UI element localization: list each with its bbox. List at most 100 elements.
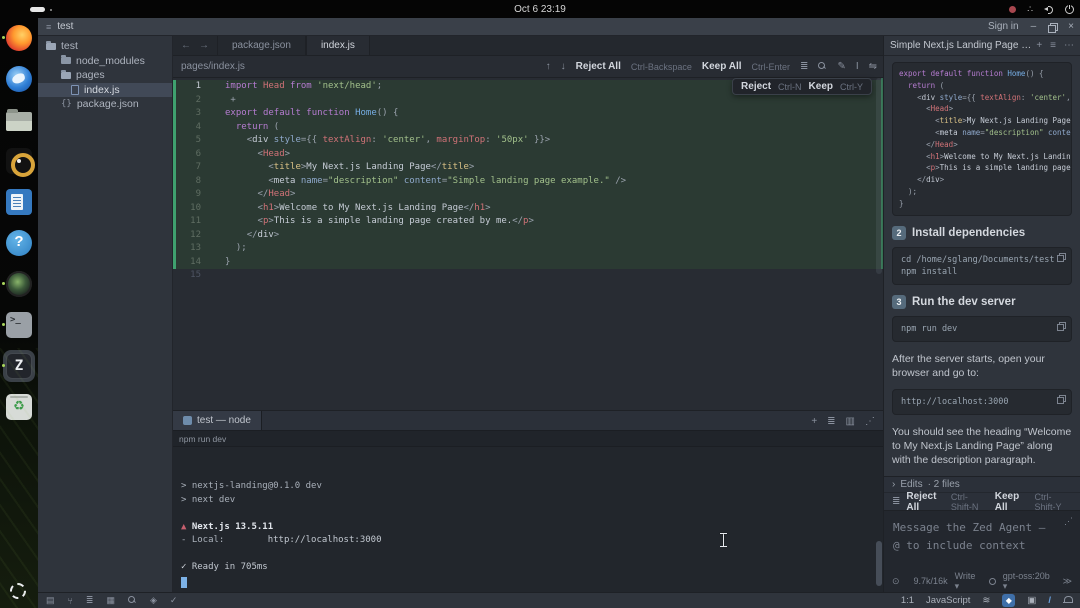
agent-message[interactable]: export default function Home() { return … [884,56,1080,476]
search-icon[interactable] [818,62,827,71]
terminal-toggle-icon[interactable]: ▣ [1027,595,1036,606]
dock-item-camera[interactable] [3,268,35,300]
tab-package-json[interactable]: package.json [217,36,306,55]
diagnostics-icon[interactable]: ◈ [150,595,157,606]
agent-keep-all-kbd: Ctrl-Shift-Y [1035,492,1072,512]
tree-item-pages[interactable]: pages [38,68,172,83]
inline-assist-icon[interactable]: I [856,61,859,72]
cursor-position[interactable]: 1:1 [901,595,914,606]
new-terminal-icon[interactable]: + [811,416,817,427]
settings-icon[interactable]: ⊙ [892,576,900,587]
agent-thread-title[interactable]: Simple Next.js Landing Page Example [890,40,1036,51]
dock-item-terminal[interactable] [3,309,35,341]
volume-icon[interactable] [1044,5,1054,13]
mode-selector[interactable]: Write ▾ [955,571,982,592]
nav-forward-icon[interactable]: → [199,40,209,51]
collab-icon[interactable]: ▦ [106,595,115,606]
model-icon [989,578,996,585]
project-panel: test node_modules pages index.js [38,36,173,592]
send-icon[interactable]: ≫ [1063,576,1072,587]
tree-item-root[interactable]: test [38,39,172,54]
restore-icon[interactable] [1048,23,1056,31]
line-number: 13 [173,242,211,256]
window-titlebar[interactable]: ≡ test Sign in – × [38,18,1080,36]
dock-item-firefox[interactable] [3,22,35,54]
git-branch-icon[interactable]: ⑂ [68,596,73,606]
edit-prediction-icon[interactable]: ≋ [982,595,990,606]
wrap-icon[interactable]: ⇋ [869,61,877,72]
tree-item-node-modules[interactable]: node_modules [38,54,172,69]
agent-code-line: <title>My Next.js Landing Page</title> [899,115,1065,127]
dock-item-zed[interactable] [3,350,35,382]
project-panel-icon[interactable]: ▤ [46,595,55,606]
split-icon[interactable]: ▥ [846,416,855,427]
copy-icon[interactable] [1057,395,1065,403]
new-thread-icon[interactable]: + [1036,40,1042,51]
dock-item-media[interactable] [3,145,35,177]
token-count: 9.7k/16k [914,576,948,586]
reject-all-button[interactable]: Reject All [576,61,621,72]
breadcrumb[interactable]: pages/index.js [181,61,245,72]
hamburger-icon[interactable]: ≡ [46,22,51,32]
reject-button[interactable]: Reject [741,81,771,92]
office-icon [6,189,32,215]
terminal-line: > next dev [181,494,883,508]
sign-in-button[interactable]: Sign in [988,21,1019,32]
edit-icon[interactable]: ✎ [837,61,845,72]
line-number: 3 [173,107,211,121]
terminal-scrollbar[interactable] [876,541,882,586]
project-title[interactable]: test [57,21,73,32]
copy-icon[interactable] [1057,253,1065,261]
tasks-icon[interactable]: ≣ [827,416,835,427]
dock-item-office[interactable] [3,186,35,218]
clock[interactable]: Oct 6 23:19 [0,4,1080,15]
terminal-output[interactable]: > nextjs-landing@0.1.0 dev> next dev▲ Ne… [173,447,883,592]
tree-item-index-js[interactable]: index.js [38,83,172,98]
expand-composer-icon[interactable]: ⋰ [1064,516,1073,527]
terminal-line [181,575,883,589]
tab-index-js[interactable]: index.js [306,36,370,55]
review-list-icon[interactable]: ≣ [892,496,900,507]
edits-label[interactable]: Edits [900,479,922,490]
message-editor[interactable]: Message the Zed Agent — @ to include con… [884,510,1080,572]
assistant-slash-icon[interactable]: / [1048,595,1051,606]
close-icon[interactable]: × [1068,21,1074,32]
copy-icon[interactable] [1057,322,1065,330]
keep-button[interactable]: Keep [809,81,833,92]
dock-item-trash[interactable] [3,391,35,423]
dock-item-files[interactable] [3,104,35,136]
edits-count: · 2 files [928,479,960,490]
search-icon[interactable] [128,596,137,605]
tasks-icon[interactable]: ✓ [170,595,178,606]
recording-indicator-icon[interactable] [1009,6,1016,13]
code-editor[interactable]: 1import Head from 'next/head';2 +3export… [173,78,883,410]
next-hunk-icon[interactable]: ↓ [561,61,566,72]
terminal-tab-icon [183,416,192,425]
terminal-task-row[interactable]: npm run dev [173,431,883,447]
history-icon[interactable]: ≡ [1050,40,1056,51]
terminal-tab[interactable]: test — node [173,411,262,430]
status-bar: ▤ ⑂ ≣ ▦ ◈ ✓ 1:1 JavaScript ≋ ◆ ▣ / [38,592,1080,608]
prev-hunk-icon[interactable]: ↑ [546,61,551,72]
tree-item-package-json[interactable]: {} package.json [38,97,172,112]
chevron-right-icon[interactable]: › [892,479,895,490]
line-number: 7 [173,161,211,175]
keep-all-button[interactable]: Keep All [702,61,742,72]
outline-icon[interactable]: ≣ [86,595,94,606]
minimize-icon[interactable]: – [1031,21,1037,32]
dock-item-help[interactable] [3,227,35,259]
notifications-bell-icon[interactable] [1063,596,1072,605]
agent-panel-toggle-icon[interactable]: ◆ [1002,594,1015,607]
network-icon[interactable]: ∴ [1027,4,1033,15]
apps-menu-icon[interactable] [10,583,26,599]
dock-item-thunderbird[interactable] [3,63,35,95]
hunk-list-icon[interactable]: ≣ [800,61,808,72]
reject-all-kbd: Ctrl-Backspace [631,62,692,72]
expand-terminal-icon[interactable]: ⋰ [865,416,875,427]
nav-back-icon[interactable]: ← [181,40,191,51]
power-icon[interactable] [1065,5,1074,14]
language-selector[interactable]: JavaScript [926,595,970,606]
model-selector[interactable]: gpt-oss:20b ▾ [1003,571,1056,592]
more-menu-icon[interactable]: ⋯ [1064,40,1074,51]
json-icon: {} [61,99,72,109]
